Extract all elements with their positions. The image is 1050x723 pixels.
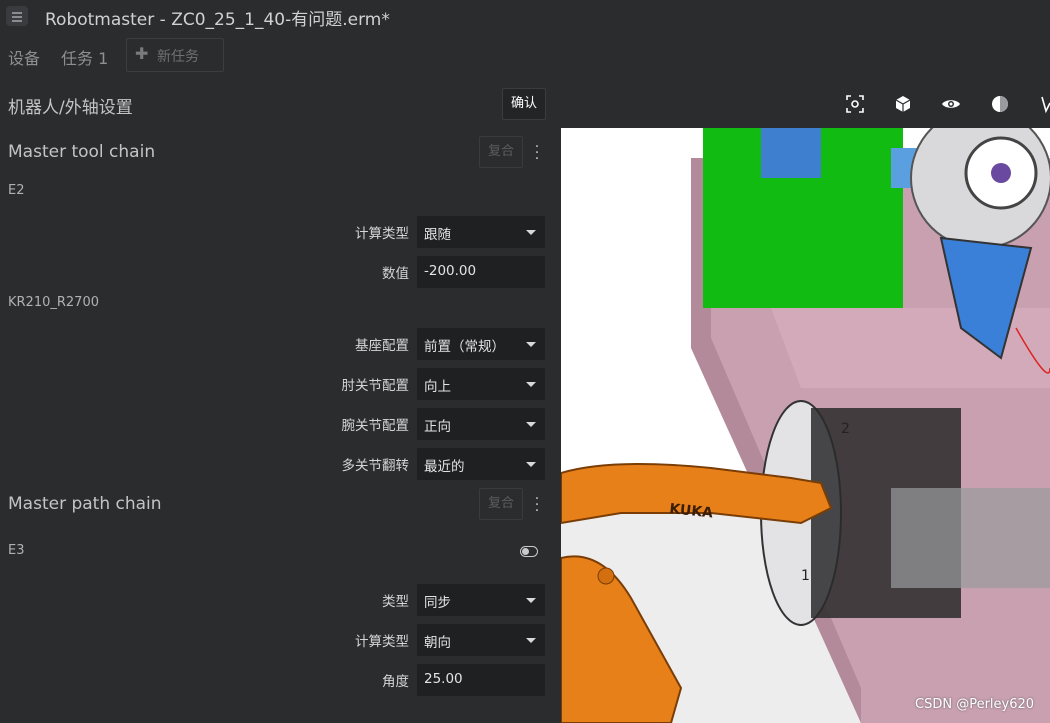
field-label-path-calc-type: 计算类型 xyxy=(355,634,409,650)
calc-type-dropdown[interactable]: 跟随 xyxy=(417,216,545,248)
tool-chain-combine-button[interactable]: 复合 xyxy=(479,136,523,168)
calc-type-value: 跟随 xyxy=(424,227,451,243)
wrist-config-value: 正向 xyxy=(424,419,451,435)
elbow-config-value: 向上 xyxy=(424,379,451,395)
new-task-label: 新任务 xyxy=(157,49,199,65)
fit-view-icon[interactable] xyxy=(843,92,867,116)
elbow-config-dropdown[interactable]: 向上 xyxy=(417,368,545,400)
value-input-text: -200.00 xyxy=(424,263,477,279)
confirm-button[interactable]: 确认 xyxy=(502,88,546,120)
multi-turn-dropdown[interactable]: 最近的 xyxy=(417,448,545,480)
new-task-button[interactable]: ✚ 新任务 xyxy=(126,38,224,72)
visibility-eye-icon[interactable] xyxy=(939,92,963,116)
path-calc-type-value: 朝向 xyxy=(424,635,451,651)
path-calc-type-dropdown[interactable]: 朝向 xyxy=(417,624,545,656)
watermark: CSDN @Perley620 xyxy=(915,697,1035,712)
more-tools-icon[interactable] xyxy=(1036,92,1050,116)
tool-number-2: 2 xyxy=(841,421,850,437)
window-title: Robotmaster - ZC0_25_1_40-有问题.erm* xyxy=(45,10,390,30)
path-chain-drag-handle-icon[interactable]: ⋅ ⋅ ⋅ xyxy=(532,492,542,518)
dropdown-caret-icon xyxy=(526,638,536,643)
tab-task-1[interactable]: 任务 1 xyxy=(61,45,108,69)
field-label-type: 类型 xyxy=(382,594,409,610)
type-value: 同步 xyxy=(424,595,451,611)
dropdown-caret-icon xyxy=(526,342,536,347)
robot-label: KR210_R2700 xyxy=(8,295,99,310)
hamburger-menu-icon[interactable] xyxy=(6,6,28,26)
field-label-elbow-config: 肘关节配置 xyxy=(341,378,410,394)
field-label-base-config: 基座配置 xyxy=(355,338,409,354)
angle-input[interactable]: 25.00 xyxy=(417,664,545,696)
dropdown-caret-icon xyxy=(526,598,536,603)
tool-number-1: 1 xyxy=(801,568,810,584)
field-label-wrist-config: 腕关节配置 xyxy=(341,418,410,434)
tab-device[interactable]: 设备 xyxy=(8,45,40,69)
field-label-multi-turn: 多关节翻转 xyxy=(341,458,410,474)
type-dropdown[interactable]: 同步 xyxy=(417,584,545,616)
3d-viewport[interactable]: 2 1 KUKA xyxy=(561,128,1050,723)
cube-view-icon[interactable] xyxy=(891,92,915,116)
tool-chain-drag-handle-icon[interactable]: ⋅ ⋅ ⋅ xyxy=(532,140,542,166)
dropdown-caret-icon xyxy=(526,230,536,235)
multi-turn-value: 最近的 xyxy=(424,459,465,475)
wrist-config-dropdown[interactable]: 正向 xyxy=(417,408,545,440)
path-chain-combine-button[interactable]: 复合 xyxy=(479,488,523,520)
path-chain-axis-label: E3 xyxy=(8,543,25,558)
value-input[interactable]: -200.00 xyxy=(417,256,545,288)
dropdown-caret-icon xyxy=(526,462,536,467)
field-label-calc-type: 计算类型 xyxy=(355,226,409,242)
title-bar: Robotmaster - ZC0_25_1_40-有问题.erm* xyxy=(0,0,1050,32)
angle-input-text: 25.00 xyxy=(424,671,463,687)
field-label-value: 数值 xyxy=(382,266,409,282)
dropdown-caret-icon xyxy=(526,422,536,427)
path-chain-toggle[interactable] xyxy=(520,546,538,557)
base-config-value: 前置（常规） xyxy=(424,339,505,355)
plus-icon: ✚ xyxy=(135,44,149,63)
tool-chain-axis-label: E2 xyxy=(8,183,25,198)
master-path-chain-title: Master path chain xyxy=(8,494,162,514)
field-label-angle: 角度 xyxy=(382,674,409,690)
render-sphere-icon[interactable] xyxy=(988,92,1012,116)
base-config-dropdown[interactable]: 前置（常规） xyxy=(417,328,545,360)
dropdown-caret-icon xyxy=(526,382,536,387)
panel-title: 机器人/外轴设置 xyxy=(8,98,133,118)
master-tool-chain-title: Master tool chain xyxy=(8,142,156,162)
